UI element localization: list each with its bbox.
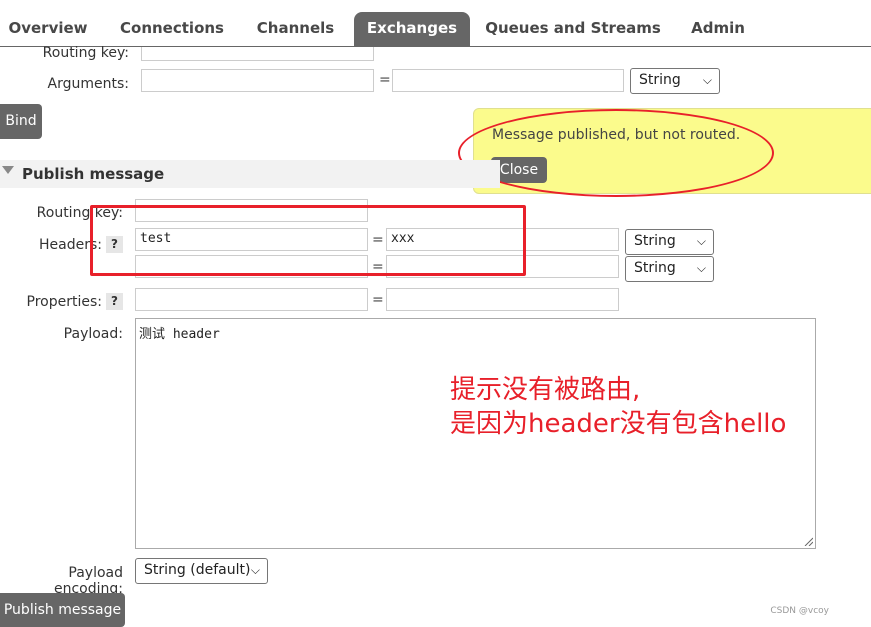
chevron-down-icon: ⌵ (696, 261, 706, 275)
resize-grip-icon[interactable] (803, 536, 813, 546)
bind-routing-key-label: Routing key: (42, 45, 129, 61)
equals-sign: = (372, 292, 384, 308)
payload-label: Payload: (63, 326, 123, 342)
equals-sign: = (379, 72, 391, 88)
annotation-box (90, 205, 526, 276)
bind-argument-value-input[interactable] (392, 69, 624, 92)
bind-button[interactable]: Bind (0, 104, 42, 139)
publish-message-button[interactable]: Publish message (0, 593, 125, 627)
bind-routing-key-input[interactable] (141, 47, 374, 61)
publish-section-title: Publish message (22, 165, 165, 183)
chevron-down-icon: ⌵ (702, 73, 712, 87)
annotation-ellipse (458, 109, 774, 197)
bind-arguments-label: Arguments: (47, 76, 129, 92)
tab-channels[interactable]: Channels (248, 12, 343, 46)
header-type-select-2[interactable]: String ⌵ (625, 256, 714, 282)
top-nav: Overview Connections Channels Exchanges … (0, 0, 871, 47)
watermark: CSDN @vcoy (770, 606, 829, 616)
annotation-line-2: 是因为header没有包含hello (450, 409, 787, 439)
chevron-down-icon: ⌵ (250, 563, 260, 577)
tab-overview[interactable]: Overview (0, 12, 96, 46)
publish-section-header[interactable]: Publish message (0, 160, 500, 188)
payload-text: 测试 header (139, 327, 220, 342)
chevron-down-icon: ⌵ (696, 234, 706, 248)
bind-argument-type-select[interactable]: String ⌵ (630, 68, 720, 94)
tab-queues-and-streams[interactable]: Queues and Streams (484, 12, 662, 46)
select-value: String (639, 72, 681, 88)
annotation-line-1: 提示没有被路由, (450, 375, 641, 405)
bind-argument-key-input[interactable] (141, 69, 374, 92)
tab-admin[interactable]: Admin (678, 12, 758, 46)
headers-label: Headers: (39, 237, 102, 253)
properties-label: Properties: (26, 294, 102, 310)
property-value-input[interactable] (386, 288, 619, 311)
select-value: String (default) (144, 562, 251, 578)
collapse-triangle-icon (2, 166, 14, 174)
tab-exchanges[interactable]: Exchanges (354, 12, 470, 46)
payload-encoding-select[interactable]: String (default) ⌵ (135, 558, 268, 584)
header-type-select[interactable]: String ⌵ (625, 229, 714, 255)
property-key-input[interactable] (135, 288, 368, 311)
properties-help-icon[interactable]: ? (106, 293, 123, 310)
select-value: String (634, 233, 676, 249)
tab-connections[interactable]: Connections (112, 12, 232, 46)
select-value: String (634, 260, 676, 276)
